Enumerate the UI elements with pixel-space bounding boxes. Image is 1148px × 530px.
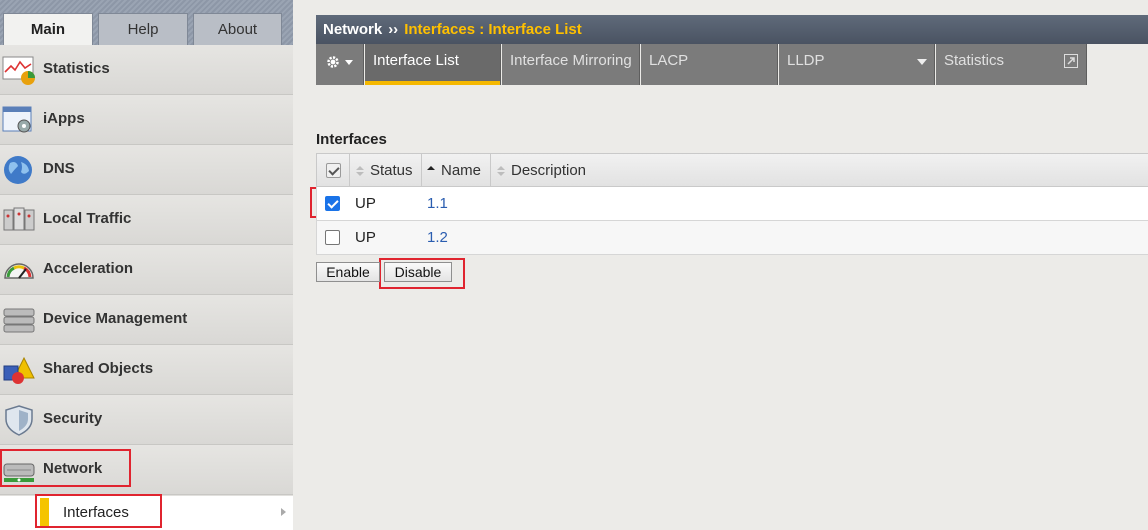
table-row: UP 1.2	[316, 221, 1148, 255]
sidebar-item-label: Network	[43, 460, 103, 477]
sidebar-item-iapps[interactable]: iApps	[0, 95, 293, 145]
enable-button[interactable]: Enable	[316, 262, 380, 282]
sort-icon	[356, 166, 364, 176]
sidebar-item-label: DNS	[43, 160, 75, 177]
breadcrumb-current: Interfaces : Interface List	[404, 21, 582, 38]
section-title: Interfaces	[316, 131, 387, 148]
select-all-cell	[317, 154, 350, 187]
chevron-down-icon	[917, 59, 927, 65]
sort-icon	[497, 166, 505, 176]
breadcrumb-section[interactable]: Network	[323, 21, 382, 38]
sidebar: Statistics iApps DNS Local Traffic Accel…	[0, 45, 293, 530]
table-header: Status Name Description	[316, 153, 1148, 187]
breadcrumb-separator: ››	[388, 21, 399, 38]
gear-icon	[327, 56, 353, 68]
sidebar-item-label: Statistics	[43, 60, 110, 77]
column-status-label: Status	[370, 162, 413, 179]
sidebar-item-acceleration[interactable]: Acceleration	[0, 245, 293, 295]
sidebar-item-device-management[interactable]: Device Management	[0, 295, 293, 345]
table-row: UP 1.1	[316, 187, 1148, 221]
column-description[interactable]: Description	[491, 154, 1148, 187]
tab-lacp[interactable]: LACP	[641, 44, 778, 85]
sidebar-item-label: iApps	[43, 110, 85, 127]
sidebar-item-label: Local Traffic	[43, 210, 132, 227]
sort-ascending-icon	[427, 166, 435, 176]
row-status: UP	[355, 229, 376, 246]
tab-about[interactable]: About	[193, 13, 282, 45]
shield-icon	[5, 405, 33, 436]
sidebar-subitem-label: Interfaces	[63, 504, 129, 521]
tab-statistics-label: Statistics	[944, 52, 1005, 69]
sidebar-subitem-interfaces[interactable]: Interfaces	[0, 496, 293, 530]
network-device-icon	[3, 463, 35, 482]
tab-main[interactable]: Main	[3, 13, 93, 45]
server-icon	[3, 308, 35, 333]
page-header: Network ›› Interfaces : Interface List	[316, 15, 1148, 44]
sidebar-item-label: Device Management	[43, 310, 188, 327]
column-description-label: Description	[511, 162, 587, 179]
row-checkbox[interactable]	[325, 230, 340, 245]
sidebar-item-label: Shared Objects	[43, 360, 154, 377]
sidebar-item-statistics[interactable]: Statistics	[0, 45, 293, 95]
sidebar-item-security[interactable]: Security	[0, 395, 293, 445]
statistics-icon	[2, 56, 35, 85]
speedometer-icon	[4, 263, 34, 279]
sidebar-item-network[interactable]: Network	[0, 445, 293, 495]
disable-button[interactable]: Disable	[384, 262, 452, 282]
tab-lldp[interactable]: LLDP	[779, 44, 935, 85]
tab-help[interactable]: Help	[98, 13, 188, 45]
active-indicator	[40, 498, 49, 528]
column-name[interactable]: Name	[422, 154, 491, 187]
row-checkbox[interactable]	[325, 196, 340, 211]
iapps-icon	[2, 106, 32, 133]
main-tab-bar: Main Help About	[0, 0, 293, 45]
interfaces-table: Status Name Description UP 1.1 UP 1.2	[316, 153, 1148, 255]
sidebar-item-local-traffic[interactable]: Local Traffic	[0, 195, 293, 245]
globe-icon	[4, 156, 32, 184]
row-name-link[interactable]: 1.2	[427, 221, 448, 254]
tab-interface-mirroring[interactable]: Interface Mirroring	[502, 44, 640, 85]
local-traffic-icon	[3, 207, 35, 231]
shapes-icon	[3, 356, 35, 384]
sidebar-item-label: Acceleration	[43, 260, 134, 277]
sidebar-item-dns[interactable]: DNS	[0, 145, 293, 195]
row-name-link[interactable]: 1.1	[427, 187, 448, 220]
tab-statistics[interactable]: Statistics	[936, 44, 1087, 85]
tab-lldp-label: LLDP	[787, 52, 825, 69]
external-link-icon	[1064, 54, 1078, 68]
row-status: UP	[355, 195, 376, 212]
column-status[interactable]: Status	[350, 154, 422, 187]
gear-menu-button[interactable]	[316, 44, 364, 85]
sidebar-item-label: Security	[43, 410, 103, 427]
chevron-right-icon	[281, 508, 286, 516]
select-all-checkbox[interactable]	[326, 163, 341, 178]
sidebar-item-shared-objects[interactable]: Shared Objects	[0, 345, 293, 395]
column-name-label: Name	[441, 162, 482, 179]
tab-interface-list[interactable]: Interface List	[365, 44, 501, 85]
